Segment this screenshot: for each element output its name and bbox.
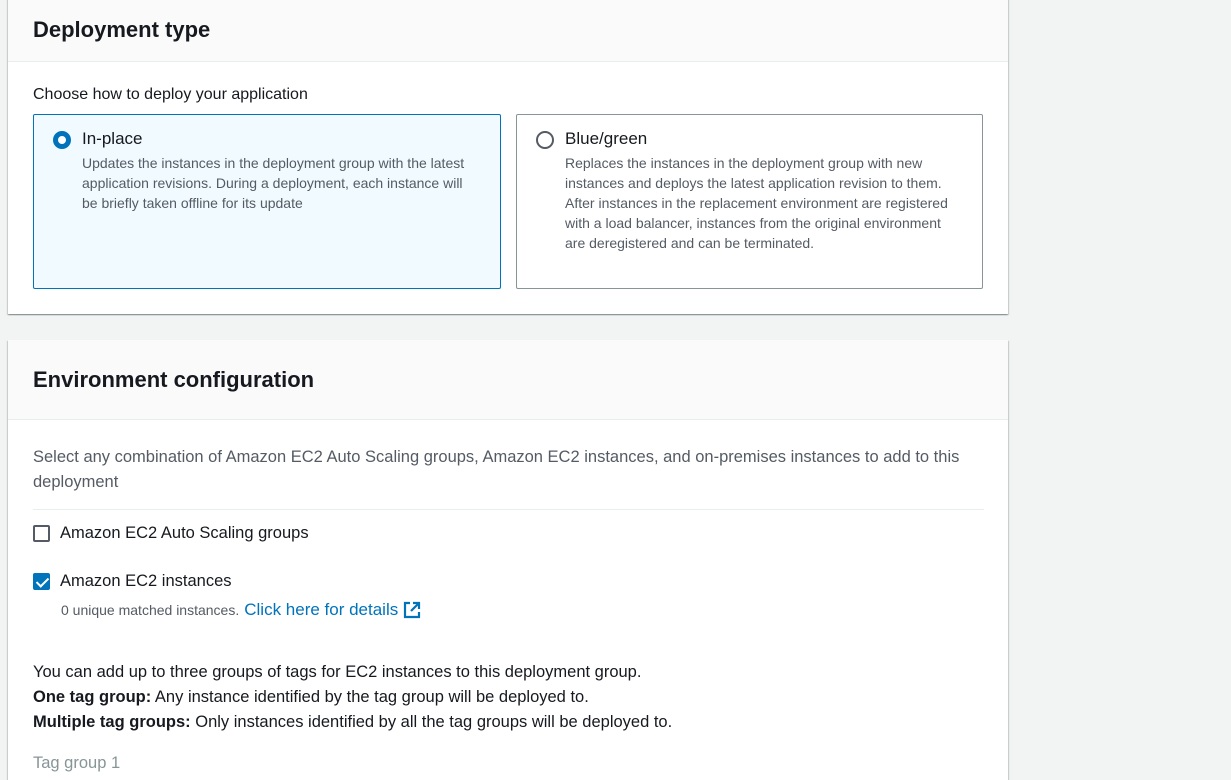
- deployment-type-header: Deployment type: [8, 0, 1008, 62]
- in-place-description: Updates the instances in the deployment …: [82, 155, 465, 211]
- matched-instances-count: 0 unique matched instances.: [61, 602, 240, 618]
- one-tag-group-info: One tag group: Any instance identified b…: [33, 685, 672, 710]
- in-place-radio[interactable]: [53, 131, 71, 149]
- tag-groups-info: You can add up to three groups of tags f…: [33, 660, 672, 735]
- auto-scaling-groups-label: Amazon EC2 Auto Scaling groups: [60, 524, 309, 542]
- deployment-type-title: Deployment type: [33, 16, 211, 42]
- blue-green-label: Blue/green: [565, 129, 648, 148]
- environment-configuration-title: Environment configuration: [33, 366, 315, 392]
- multiple-tag-groups-info: Multiple tag groups: Only instances iden…: [33, 710, 672, 735]
- blue-green-radio[interactable]: [536, 131, 554, 149]
- environment-configuration-panel: Environment configuration Select any com…: [8, 340, 1008, 780]
- details-link[interactable]: Click here for details: [244, 600, 398, 620]
- ec2-instances-checkbox-row[interactable]: Amazon EC2 instances: [33, 572, 232, 591]
- matched-instances-info: 0 unique matched instances. Click here f…: [61, 600, 421, 620]
- multiple-tag-groups-bold: Multiple tag groups:: [33, 713, 191, 731]
- auto-scaling-groups-checkbox-row[interactable]: Amazon EC2 Auto Scaling groups: [33, 524, 309, 543]
- multiple-tag-groups-text: Only instances identified by all the tag…: [190, 713, 673, 731]
- environment-configuration-header: Environment configuration: [8, 340, 1008, 420]
- ec2-instances-label: Amazon EC2 instances: [60, 572, 232, 590]
- tag-group-1-label: Tag group 1: [33, 754, 121, 772]
- in-place-label: In-place: [82, 129, 143, 148]
- one-tag-group-bold: One tag group:: [33, 688, 152, 706]
- blue-green-description: Replaces the instances in the deployment…: [565, 155, 948, 251]
- blue-green-option[interactable]: Blue/green Replaces the instances in the…: [516, 114, 983, 289]
- external-link-icon[interactable]: [403, 601, 421, 619]
- deployment-type-panel: Deployment type Choose how to deploy you…: [8, 0, 1008, 314]
- tag-groups-intro: You can add up to three groups of tags f…: [33, 663, 642, 681]
- divider: [33, 509, 984, 510]
- ec2-instances-checkbox[interactable]: [33, 573, 50, 590]
- in-place-option[interactable]: In-place Updates the instances in the de…: [33, 114, 501, 289]
- environment-intro-text: Select any combination of Amazon EC2 Aut…: [33, 448, 960, 491]
- auto-scaling-groups-checkbox[interactable]: [33, 525, 50, 542]
- deployment-type-prompt: Choose how to deploy your application: [33, 86, 308, 103]
- one-tag-group-text: Any instance identified by the tag group…: [151, 688, 589, 706]
